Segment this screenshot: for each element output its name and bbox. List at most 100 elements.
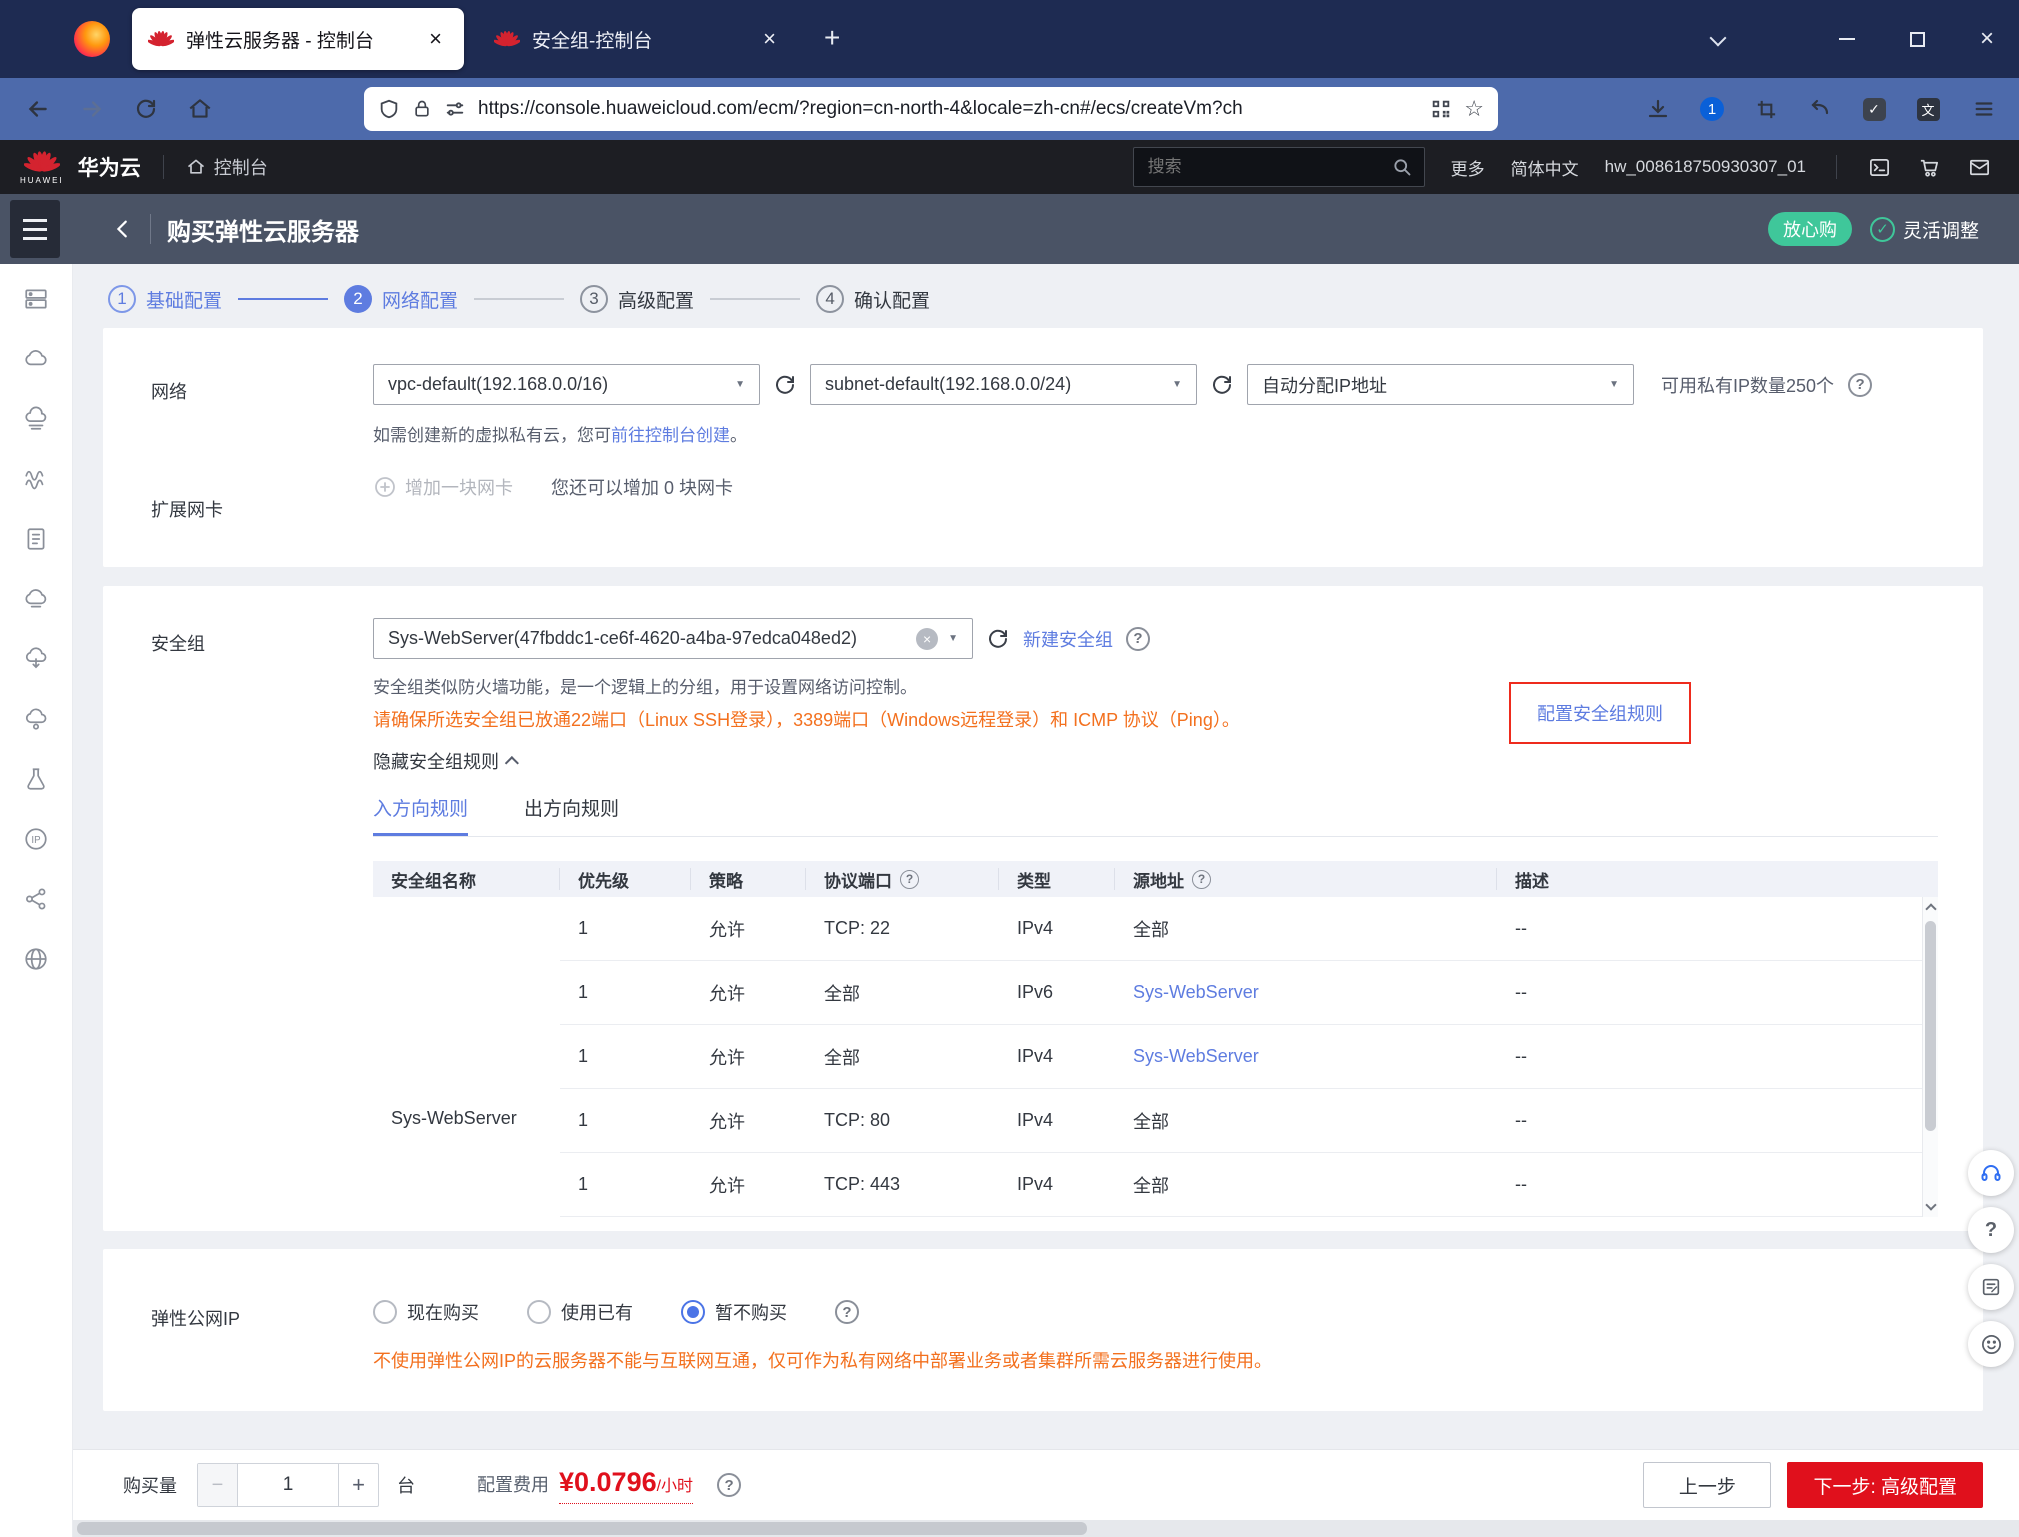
- home-icon[interactable]: [186, 95, 214, 123]
- browser-tab-ecs[interactable]: 弹性云服务器 - 控制台 ×: [132, 8, 464, 70]
- customer-service-button[interactable]: [1968, 1150, 2014, 1196]
- server-icon[interactable]: [23, 286, 49, 312]
- lock-icon[interactable]: [412, 99, 432, 119]
- cloud-icon[interactable]: [23, 346, 49, 372]
- vpc-select[interactable]: vpc-default(192.168.0.0/16) ▼: [373, 364, 760, 405]
- eip-option-buy-now[interactable]: 现在购买: [373, 1299, 479, 1325]
- console-search-box[interactable]: [1133, 147, 1425, 187]
- tab-close-icon[interactable]: ×: [757, 26, 782, 52]
- search-input[interactable]: [1134, 157, 1392, 177]
- step-advanced-config[interactable]: 3 高级配置: [580, 285, 694, 313]
- cart-icon[interactable]: [1917, 155, 1941, 179]
- qr-scan-icon[interactable]: [1430, 98, 1452, 120]
- subnet-select[interactable]: subnet-default(192.168.0.0/24) ▼: [810, 364, 1197, 405]
- radio-selected-icon[interactable]: [681, 1300, 705, 1324]
- decrement-button[interactable]: −: [198, 1464, 238, 1506]
- quantity-stepper[interactable]: − 1 +: [197, 1463, 379, 1507]
- scroll-up-icon[interactable]: [1925, 903, 1936, 914]
- hide-rules-toggle[interactable]: 隐藏安全组规则: [373, 748, 1983, 774]
- eip-option-not-now[interactable]: 暂不购买: [681, 1299, 787, 1325]
- more-menu[interactable]: 更多: [1451, 155, 1485, 180]
- cloud-download-icon[interactable]: [23, 646, 49, 672]
- url-input[interactable]: https://console.huaweicloud.com/ecm/?reg…: [478, 98, 1418, 120]
- security-group-select[interactable]: Sys-WebServer(47fbddc1-ce6f-4620-a4ba-97…: [373, 618, 973, 659]
- tracking-shield-icon[interactable]: [378, 98, 400, 120]
- forward-icon[interactable]: [78, 95, 106, 123]
- list-tabs-chevron-icon[interactable]: [1710, 30, 1727, 47]
- search-icon[interactable]: [1392, 157, 1412, 177]
- window-minimize-button[interactable]: [1818, 0, 1876, 78]
- cli-terminal-icon[interactable]: [1867, 155, 1891, 179]
- cloud-outline-icon[interactable]: [23, 586, 49, 612]
- huawei-logo[interactable]: HUAWEI: [20, 149, 64, 185]
- radio-icon[interactable]: [373, 1300, 397, 1324]
- menu-icon[interactable]: [1970, 95, 1998, 123]
- step-basic-config[interactable]: 1 基础配置: [108, 285, 222, 313]
- cell-source-link[interactable]: Sys-WebServer: [1115, 961, 1497, 1025]
- feedback-button[interactable]: [1968, 1321, 2014, 1367]
- worry-free-badge[interactable]: 放心购: [1768, 212, 1852, 246]
- refresh-vpc-icon[interactable]: [773, 373, 797, 397]
- language-switch[interactable]: 简体中文: [1511, 155, 1579, 180]
- tab-outbound-rules[interactable]: 出方向规则: [524, 794, 619, 836]
- window-close-button[interactable]: ×: [1958, 0, 2016, 78]
- scaling-waves-icon[interactable]: [23, 466, 49, 492]
- translate-extension-icon[interactable]: 文: [1914, 95, 1942, 123]
- downloads-icon[interactable]: [1644, 95, 1672, 123]
- tab-close-icon[interactable]: ×: [423, 26, 448, 52]
- bookmark-star-icon[interactable]: ☆: [1464, 96, 1484, 122]
- new-security-group-link[interactable]: 新建安全组: [1023, 626, 1113, 652]
- mail-icon[interactable]: [1967, 155, 1991, 179]
- increment-button[interactable]: +: [338, 1464, 378, 1506]
- cloud-stack-icon[interactable]: [23, 406, 49, 432]
- cloud-node-icon[interactable]: [23, 706, 49, 732]
- permissions-icon[interactable]: [444, 98, 466, 120]
- radio-icon[interactable]: [527, 1300, 551, 1324]
- screenshot-crop-icon[interactable]: [1752, 95, 1780, 123]
- help-button[interactable]: ?: [1968, 1207, 2014, 1253]
- source-help-icon[interactable]: ?: [1192, 870, 1211, 889]
- eip-help-icon[interactable]: ?: [835, 1300, 859, 1324]
- refresh-subnet-icon[interactable]: [1210, 373, 1234, 397]
- config-security-rules-link[interactable]: 配置安全组规则: [1537, 700, 1663, 726]
- new-tab-button[interactable]: +: [824, 24, 840, 52]
- security-group-help-icon[interactable]: ?: [1126, 627, 1150, 651]
- firefox-icon[interactable]: [74, 21, 110, 57]
- step-confirm-config[interactable]: 4 确认配置: [816, 285, 930, 313]
- back-icon[interactable]: [24, 95, 52, 123]
- ip-address-icon[interactable]: IP: [23, 826, 49, 852]
- flask-icon[interactable]: [23, 766, 49, 792]
- undo-arrow-icon[interactable]: [1806, 95, 1834, 123]
- browser-tab-security-group[interactable]: 安全组-控制台 ×: [478, 8, 798, 70]
- refresh-security-group-icon[interactable]: [986, 627, 1010, 651]
- globe-icon[interactable]: [23, 946, 49, 972]
- ip-assign-select[interactable]: 自动分配IP地址 ▼: [1247, 364, 1634, 405]
- back-chevron-icon[interactable]: [112, 218, 134, 240]
- tab-inbound-rules[interactable]: 入方向规则: [373, 794, 468, 836]
- horizontal-scrollbar[interactable]: [73, 1520, 2019, 1537]
- quantity-value[interactable]: 1: [238, 1464, 338, 1506]
- previous-step-button[interactable]: 上一步: [1643, 1462, 1771, 1508]
- scrollbar-thumb[interactable]: [1925, 921, 1936, 1131]
- brand-name[interactable]: 华为云: [78, 152, 141, 182]
- scrollbar-thumb[interactable]: [77, 1522, 1087, 1535]
- reload-icon[interactable]: [132, 95, 160, 123]
- eip-option-use-existing[interactable]: 使用已有: [527, 1299, 633, 1325]
- nav-hamburger-button[interactable]: [10, 200, 60, 258]
- next-step-button[interactable]: 下一步: 高级配置: [1787, 1462, 1983, 1508]
- document-server-icon[interactable]: [23, 526, 49, 552]
- window-maximize-button[interactable]: [1888, 0, 1946, 78]
- step-network-config[interactable]: 2 网络配置: [344, 285, 458, 313]
- survey-button[interactable]: [1968, 1264, 2014, 1310]
- fee-help-icon[interactable]: ?: [717, 1473, 741, 1497]
- protocol-help-icon[interactable]: ?: [900, 870, 919, 889]
- add-nic-button[interactable]: 增加一块网卡: [373, 474, 513, 500]
- goto-console-link[interactable]: 前往控制台创建: [611, 426, 730, 445]
- cell-source-link[interactable]: Sys-WebServer: [1115, 1025, 1497, 1089]
- account-name[interactable]: hw_008618750930307_01: [1605, 157, 1806, 177]
- url-bar[interactable]: https://console.huaweicloud.com/ecm/?reg…: [364, 87, 1498, 131]
- account-badge-icon[interactable]: 1: [1698, 95, 1726, 123]
- available-ip-help-icon[interactable]: ?: [1848, 373, 1872, 397]
- console-home-link[interactable]: 控制台: [186, 154, 268, 180]
- table-scrollbar[interactable]: [1922, 897, 1938, 1217]
